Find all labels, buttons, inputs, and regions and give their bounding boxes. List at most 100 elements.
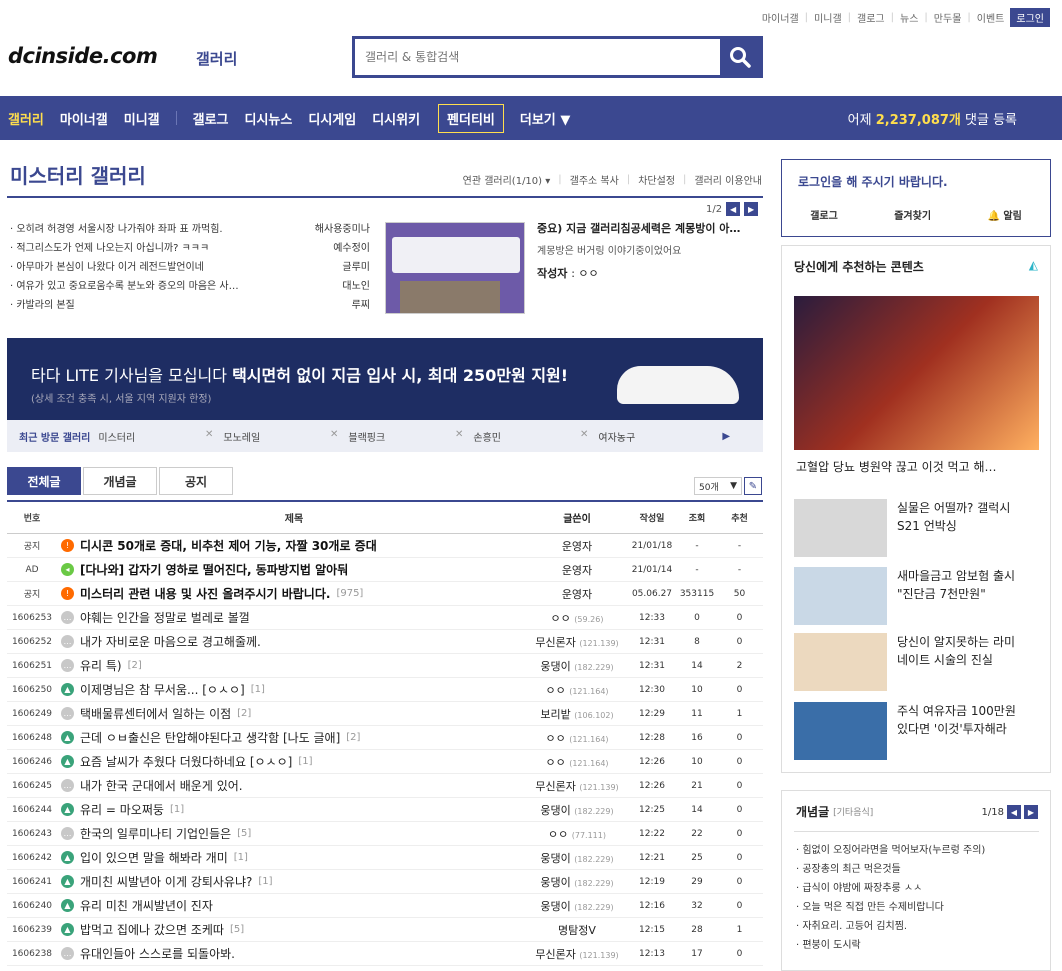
post-writer[interactable]: 무신론자 (121.139) [527, 946, 627, 962]
favorites-link[interactable]: 즐겨찾기 [894, 207, 931, 222]
list-item[interactable]: · 적그리스도가 언제 나오는지 아십니까? ㅋㅋㅋ 예수정이 [10, 239, 370, 258]
hot-post-detail[interactable]: 중요) 지금 갤러리침공세력은 계몽방이 아… 계몽방은 버거링 이야기중이었어… [537, 220, 763, 281]
post-writer[interactable]: ㅇㅇ (77.111) [527, 826, 627, 842]
top-link-event[interactable]: 이벤트 [977, 10, 1005, 25]
nav-minor[interactable]: 마이너갤 [52, 109, 116, 128]
post-writer[interactable]: 무신론자 (121.139) [527, 778, 627, 794]
post-writer[interactable]: 웅댕이 (182.229) [527, 850, 627, 866]
concept-title[interactable]: 개념글 [796, 803, 829, 820]
reply-count[interactable]: [2] [128, 660, 142, 671]
recommend-main-caption[interactable]: 고혈압 당뇨 병원약 끊고 이것 먹고 해… [796, 458, 1041, 475]
top-link-mall[interactable]: 만두몰 [934, 10, 962, 25]
block-settings[interactable]: 차단설정 [638, 172, 675, 187]
table-row[interactable]: 1606245 … 내가 한국 군대에서 배운게 있어. 무신론자 (121.139)… [7, 774, 763, 798]
hot-post-thumbnail[interactable] [385, 222, 525, 314]
post-writer[interactable]: ㅇㅇ (121.164) [527, 730, 627, 746]
reply-count[interactable]: [1] [251, 684, 265, 695]
post-writer[interactable]: 명탐정V [527, 922, 627, 938]
post-title[interactable]: 내가 한국 군대에서 배운게 있어. [80, 777, 243, 794]
post-writer[interactable]: 무신론자 (121.139) [527, 634, 627, 650]
next-arrow-icon[interactable]: ▶ [1024, 805, 1038, 819]
recent-item[interactable]: 미스터리 ✕ [98, 429, 223, 444]
post-title[interactable]: 개미친 씨발년아 이게 강퇴사유냐? [80, 873, 252, 890]
recent-item[interactable]: 블랙핑크 ✕ [348, 429, 473, 444]
recent-item[interactable]: 손흥민 ✕ [473, 429, 598, 444]
recommend-item[interactable]: 주식 여유자금 100만원 있다면 '이것'투자해라 [794, 702, 1039, 760]
nav-dcnews[interactable]: 디시뉴스 [237, 109, 301, 128]
site-logo[interactable]: dcinside.com [8, 44, 158, 68]
post-writer[interactable]: 운영자 [527, 562, 627, 578]
table-row[interactable]: 1606241 ▲ 개미친 씨발년아 이게 강퇴사유냐? [1] 웅댕이 (182.22… [7, 870, 763, 894]
recommend-item[interactable]: 실물은 어떨까? 갤럭시 S21 언박싱 [794, 499, 1039, 557]
nav-gallog[interactable]: 갤로그 [185, 109, 237, 128]
hot-post-title[interactable]: 중요) 지금 갤러리침공세력은 계몽방이 아… [537, 220, 763, 236]
recent-item[interactable]: 여자농구 [598, 429, 718, 444]
post-writer[interactable]: ㅇㅇ (59.26) [527, 610, 627, 626]
post-title[interactable]: 디시콘 50개로 증대, 비추천 제어 기능, 자짤 30개로 증대 [80, 537, 377, 554]
table-row[interactable]: 1606250 ▲ 이제명님은 참 무서움... [ㅇㅅㅇ] [1] ㅇㅇ (121.1… [7, 678, 763, 702]
list-item[interactable]: · 카발라의 본질 루찌 [10, 296, 370, 315]
reply-count[interactable]: [5] [237, 828, 251, 839]
post-writer[interactable]: 웅댕이 (182.229) [527, 658, 627, 674]
prev-arrow-icon[interactable]: ◀ [1007, 805, 1021, 819]
reply-count[interactable]: [5] [230, 924, 244, 935]
table-row[interactable]: AD ◂ [다나와] 갑자기 영하로 떨어진다, 동파방지법 알아둬 운영자 21/0… [7, 558, 763, 582]
close-icon[interactable]: ✕ [580, 429, 588, 444]
nav-dcgame[interactable]: 디시게임 [300, 109, 364, 128]
post-writer[interactable]: 웅댕이 (182.229) [527, 874, 627, 890]
close-icon[interactable]: ✕ [330, 429, 338, 444]
nav-gallery[interactable]: 갤러리 [0, 109, 52, 128]
recommend-item[interactable]: 새마을금고 암보험 출시 "진단금 7천만원" [794, 567, 1039, 625]
list-item[interactable]: · 힘없이 오징어라면을 먹어보자(누르렁 주의) [796, 841, 985, 860]
nav-pendertv[interactable]: 펜더티비 [438, 103, 504, 133]
list-item[interactable]: · 오히려 허경영 서울시장 나가줘야 좌파 표 까먹힘. 해사용중미나 [10, 220, 370, 239]
top-link-news[interactable]: 뉴스 [900, 10, 918, 25]
post-title[interactable]: 밥먹고 집에나 갔으면 조케따 [80, 921, 224, 938]
post-title[interactable]: 택배물류센터에서 일하는 이점 [80, 705, 231, 722]
table-row[interactable]: 1606249 … 택배물류센터에서 일하는 이점 [2] 보리밭 (106.102) 1… [7, 702, 763, 726]
reply-count[interactable]: [1] [298, 756, 312, 767]
nav-mini[interactable]: 미니갤 [116, 109, 168, 128]
nav-more[interactable]: 더보기 ▼ [512, 109, 578, 128]
post-title[interactable]: 유리 = 마오쩌둥 [80, 801, 164, 818]
tab-notice[interactable]: 공지 [159, 467, 233, 495]
reply-count[interactable]: [975] [336, 588, 363, 599]
list-item[interactable]: · 자취요리. 고등어 김치찜. [796, 917, 985, 936]
table-row[interactable]: 1606244 ▲ 유리 = 마오쩌둥 [1] 웅댕이 (182.229) 12:25 14… [7, 798, 763, 822]
tab-concept[interactable]: 개념글 [83, 467, 157, 495]
list-count-select[interactable]: 50개 ▼ [694, 477, 742, 495]
post-title[interactable]: 유대인들아 스스로를 되돌아봐. [80, 945, 235, 962]
recommend-main-image[interactable] [794, 296, 1039, 450]
post-title[interactable]: 요즘 날씨가 추웠다 더웠다하네요 [ㅇㅅㅇ] [80, 753, 292, 770]
next-arrow-icon[interactable]: ▶ [722, 431, 730, 442]
reply-count[interactable]: [1] [170, 804, 184, 815]
table-row[interactable]: 1606251 … 유리 특) [2] 웅댕이 (182.229) 12:31 14 2 [7, 654, 763, 678]
post-title[interactable]: [다나와] 갑자기 영하로 떨어진다, 동파방지법 알아둬 [80, 561, 348, 578]
list-item[interactable]: · 여유가 있고 중요로움수록 분노와 증오의 마음은 사… 대노인 [10, 277, 370, 296]
post-title[interactable]: 미스터리 관련 내용 및 사진 올려주시기 바랍니다. [80, 585, 330, 602]
ad-choice-icon[interactable]: ◭ [1029, 258, 1038, 272]
reply-count[interactable]: [1] [234, 852, 248, 863]
gallery-title[interactable]: 미스터리 갤러리 [10, 160, 146, 189]
table-row[interactable]: 공지! 미스터리 관련 내용 및 사진 올려주시기 바랍니다. [975] 운영자 0… [7, 582, 763, 606]
table-row[interactable]: 공지! 디시콘 50개로 증대, 비추천 제어 기능, 자짤 30개로 증대 운영자… [7, 534, 763, 558]
list-item[interactable]: · 오늘 먹은 직접 만든 수제비랍니다 [796, 898, 985, 917]
post-writer[interactable]: ㅇㅇ (121.164) [527, 682, 627, 698]
search-button[interactable] [720, 39, 760, 75]
next-arrow-icon[interactable]: ▶ [744, 202, 759, 216]
top-link-mini[interactable]: 미니갤 [814, 10, 842, 25]
table-row[interactable]: 1606240 ▲ 유리 미친 개씨발년이 진자 웅댕이 (182.229) 12:16… [7, 894, 763, 918]
post-title[interactable]: 내가 자비로운 마음으로 경고해줄께. [80, 633, 261, 650]
post-writer[interactable]: ㅇㅇ (121.164) [527, 754, 627, 770]
reply-count[interactable]: [2] [346, 732, 360, 743]
copy-gallery-address[interactable]: 갤주소 복사 [570, 172, 619, 187]
table-row[interactable]: 1606243 … 한국의 일루미나티 기업인들은 [5] ㅇㅇ (77.111) 12:… [7, 822, 763, 846]
gallog-link[interactable]: 갤로그 [810, 207, 838, 222]
recommend-item[interactable]: 당신이 알지못하는 라미 네이트 시술의 진실 [794, 633, 1039, 691]
post-writer[interactable]: 운영자 [527, 538, 627, 554]
close-icon[interactable]: ✕ [455, 429, 463, 444]
post-writer[interactable]: 웅댕이 (182.229) [527, 898, 627, 914]
write-button[interactable]: ✎ [744, 477, 762, 495]
table-row[interactable]: 1606248 ▲ 근데 ㅇㅂ출신은 탄압해야된다고 생각함 [나도 글애] [2] ㅇ… [7, 726, 763, 750]
post-title[interactable]: 야훼는 인간을 정말로 벌레로 볼껄 [80, 609, 250, 626]
